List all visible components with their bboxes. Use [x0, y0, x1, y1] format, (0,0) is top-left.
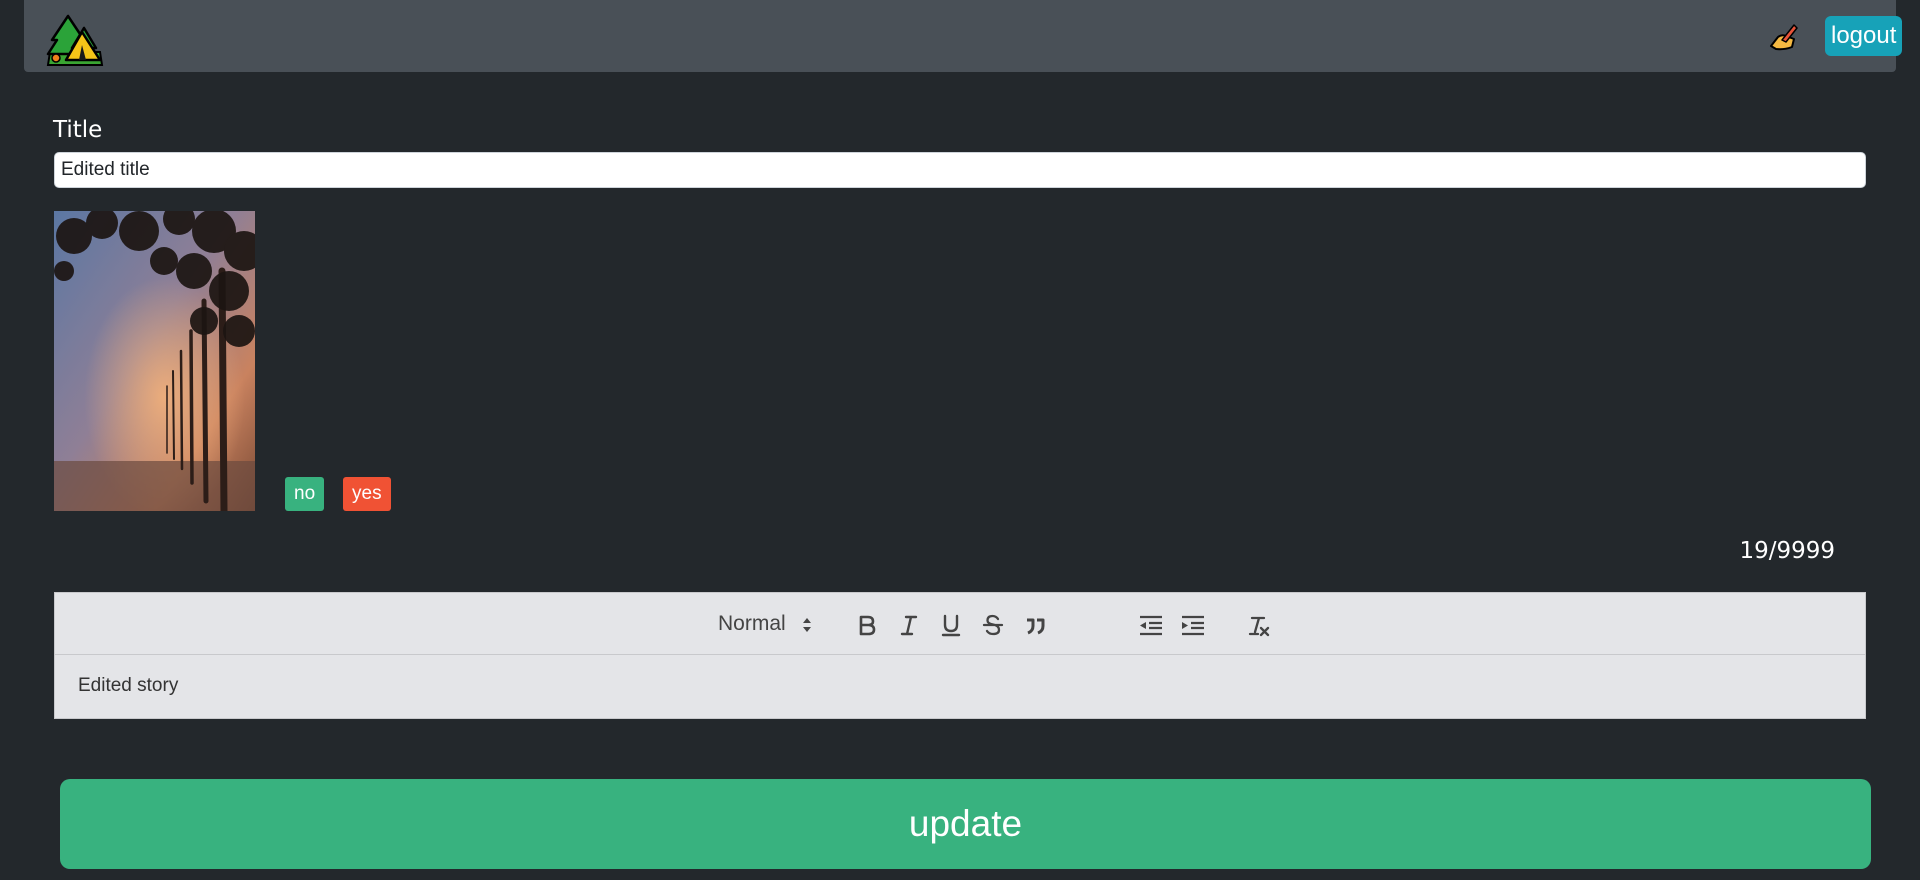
- character-counter: 19/9999: [1739, 538, 1835, 564]
- indent-icon[interactable]: [1179, 611, 1207, 639]
- yes-button[interactable]: yes: [343, 477, 391, 511]
- update-button[interactable]: update: [60, 779, 1871, 869]
- editor-content[interactable]: Edited story: [78, 675, 178, 697]
- clear-formatting-icon[interactable]: [1245, 611, 1273, 639]
- title-input[interactable]: [54, 152, 1866, 188]
- writing-hand-icon[interactable]: [1768, 22, 1798, 52]
- select-arrows-icon: [803, 618, 811, 632]
- editor-toolbar: Normal: [55, 593, 1865, 655]
- no-button[interactable]: no: [285, 477, 325, 511]
- camping-tent-logo-icon[interactable]: [46, 12, 104, 66]
- format-select-label: Normal: [718, 612, 786, 635]
- uploaded-photo: [54, 211, 255, 511]
- logout-button[interactable]: logout: [1825, 16, 1903, 56]
- blockquote-icon[interactable]: [1021, 611, 1049, 639]
- format-select[interactable]: Normal: [718, 611, 811, 637]
- bold-icon[interactable]: [853, 611, 881, 639]
- rich-text-editor: Normal Edited story: [54, 592, 1866, 719]
- italic-icon[interactable]: [895, 611, 923, 639]
- underline-icon[interactable]: [937, 611, 965, 639]
- title-label: Title: [53, 117, 103, 143]
- top-navbar: logout: [24, 0, 1903, 72]
- strikethrough-icon[interactable]: [979, 611, 1007, 639]
- outdent-icon[interactable]: [1137, 611, 1165, 639]
